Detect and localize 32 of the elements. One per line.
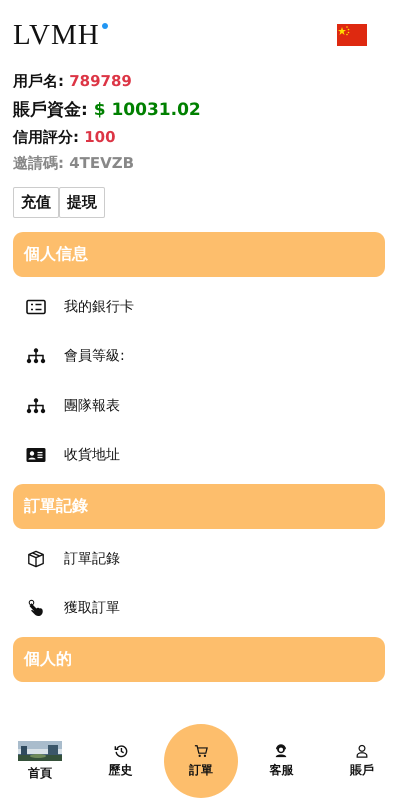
nav-tab[interactable]: 訂單 xyxy=(164,724,238,798)
list-card-icon xyxy=(26,298,46,316)
menu-item[interactable]: 會員等級: xyxy=(64,347,125,366)
section-header: 個人的 xyxy=(13,637,385,682)
info-line: 用戶名: 789789 xyxy=(13,72,133,91)
info-line: 賬戶資金: $ 10031.02 xyxy=(13,99,202,121)
menu-item[interactable]: 收貨地址 xyxy=(64,446,120,464)
sitemap-icon xyxy=(26,396,46,415)
section-header: 個人信息 xyxy=(13,232,385,277)
menu-item[interactable]: 團隊報表 xyxy=(64,396,120,415)
nav-tab[interactable]: 賬戶 xyxy=(322,722,402,800)
address-card-icon xyxy=(26,446,46,464)
menu-item[interactable]: 我的銀行卡 xyxy=(64,298,134,316)
menu-item[interactable]: 訂單記錄 xyxy=(64,550,120,568)
cart-icon xyxy=(194,744,208,758)
flag-icon[interactable] xyxy=(337,24,367,46)
action-button[interactable]: 提現 xyxy=(59,187,105,218)
nav-tab[interactable]: 首頁 xyxy=(0,722,80,800)
menu-item[interactable]: 獲取訂單 xyxy=(64,599,120,618)
nav-tab[interactable]: 客服 xyxy=(241,722,322,800)
verified-dot xyxy=(102,22,108,28)
sitemap-icon xyxy=(26,347,46,366)
support-agent-icon xyxy=(274,744,288,758)
info-line: 信用評分: 100 xyxy=(13,128,117,147)
history-icon xyxy=(114,744,128,758)
section-header: 訂單記錄 xyxy=(13,484,385,529)
logo: LVMH xyxy=(13,18,108,52)
info-line: 邀請碼: 4TEVZB xyxy=(13,154,136,173)
nav-tab[interactable]: 歷史 xyxy=(80,722,161,800)
user-icon xyxy=(354,744,369,758)
box-icon xyxy=(26,550,46,568)
action-button[interactable]: 充值 xyxy=(13,187,59,218)
